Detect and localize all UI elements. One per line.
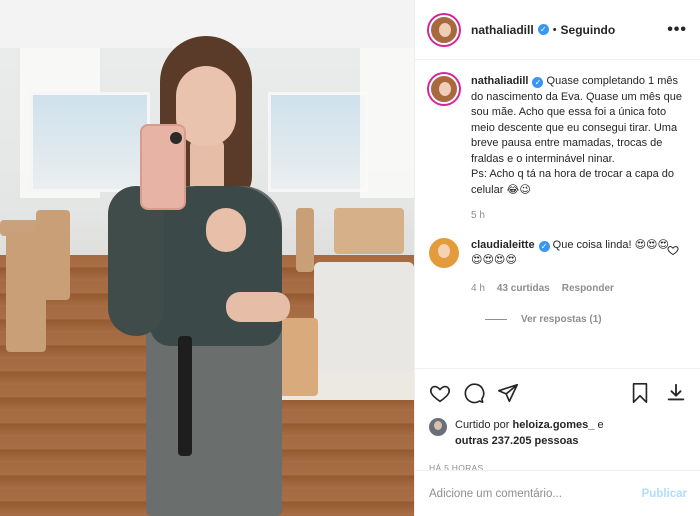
comment-body: claudialeitte ✓ Que coisa linda! 😍😍😍😍😍😍😍 … bbox=[471, 238, 671, 297]
download-icon[interactable] bbox=[665, 382, 687, 404]
liker-avatar[interactable] bbox=[429, 418, 447, 436]
photo-person bbox=[108, 36, 304, 516]
caption-avatar[interactable] bbox=[429, 74, 459, 104]
comment-heart-icon[interactable] bbox=[667, 244, 679, 256]
dress-sash bbox=[178, 336, 192, 456]
photo-sofa bbox=[314, 262, 414, 372]
view-replies-label: Ver respostas (1) bbox=[521, 314, 602, 325]
post-header: nathaliadill ✓ • Seguindo ••• bbox=[415, 0, 700, 60]
verified-badge-icon: ✓ bbox=[532, 77, 544, 88]
follow-status-button[interactable]: Seguindo bbox=[561, 23, 616, 37]
reply-button[interactable]: Responder bbox=[562, 281, 614, 297]
post-caption: nathaliadill ✓ Quase completando 1 mês do… bbox=[429, 74, 687, 224]
photo-armchair bbox=[334, 208, 404, 254]
comments-section: nathaliadill ✓ Quase completando 1 mês do… bbox=[415, 60, 700, 368]
action-icons bbox=[429, 381, 687, 405]
publish-button[interactable]: Publicar bbox=[642, 488, 687, 500]
caption-body: nathaliadill ✓ Quase completando 1 mês do… bbox=[471, 74, 687, 224]
person-hand bbox=[226, 292, 290, 322]
comment-item: claudialeitte ✓ Que coisa linda! 😍😍😍😍😍😍😍 … bbox=[429, 237, 687, 297]
likes-others[interactable]: outras 237.205 pessoas bbox=[455, 435, 579, 447]
more-options-icon[interactable]: ••• bbox=[667, 21, 687, 39]
separator-dot: • bbox=[552, 23, 557, 36]
heart-icon[interactable] bbox=[429, 382, 451, 404]
post-actions: Curtido por heloiza.gomes_ e outras 237.… bbox=[415, 368, 700, 473]
caption-username[interactable]: nathaliadill bbox=[471, 75, 528, 87]
caption-text: Quase completando 1 mês do nascimento da… bbox=[471, 75, 682, 196]
commenter-avatar[interactable] bbox=[429, 237, 459, 268]
verified-badge-icon: ✓ bbox=[538, 240, 550, 252]
phone bbox=[140, 124, 186, 210]
bookmark-icon[interactable] bbox=[629, 382, 651, 404]
photo-curtain-right bbox=[360, 48, 414, 198]
comment-age[interactable]: 4 h bbox=[471, 281, 485, 297]
photo-chair-left-2 bbox=[36, 210, 70, 300]
post-photo[interactable] bbox=[0, 0, 414, 516]
liker-username[interactable]: heloiza.gomes_ bbox=[512, 419, 594, 431]
comment-username[interactable]: claudialeitte bbox=[471, 239, 535, 251]
view-replies-button[interactable]: Ver respostas (1) bbox=[485, 314, 687, 325]
comment-icon[interactable] bbox=[463, 382, 485, 404]
add-comment-bar: Publicar bbox=[415, 470, 700, 516]
baby-head bbox=[206, 208, 246, 252]
likes-prefix: Curtido por bbox=[455, 419, 510, 431]
share-icon[interactable] bbox=[497, 382, 519, 404]
likes-middle: e bbox=[597, 419, 604, 431]
post-sidebar: nathaliadill ✓ • Seguindo ••• nathaliadi… bbox=[414, 0, 700, 516]
action-icons-right bbox=[615, 382, 687, 404]
likes-text: Curtido por heloiza.gomes_ e outras 237.… bbox=[455, 417, 604, 449]
post-view: nathaliadill ✓ • Seguindo ••• nathaliadi… bbox=[0, 0, 700, 516]
likes-summary: Curtido por heloiza.gomes_ e outras 237.… bbox=[429, 417, 687, 449]
author-username[interactable]: nathaliadill bbox=[471, 23, 534, 37]
comment-input[interactable] bbox=[429, 487, 642, 500]
comment-meta: 4 h 43 curtidas Responder bbox=[471, 281, 671, 297]
comment-likes[interactable]: 43 curtidas bbox=[497, 281, 550, 297]
replies-line bbox=[485, 319, 507, 320]
caption-age[interactable]: 5 h bbox=[471, 208, 687, 224]
phone-camera bbox=[170, 132, 182, 144]
author-avatar[interactable] bbox=[429, 14, 459, 45]
verified-badge-icon: ✓ bbox=[537, 24, 549, 35]
